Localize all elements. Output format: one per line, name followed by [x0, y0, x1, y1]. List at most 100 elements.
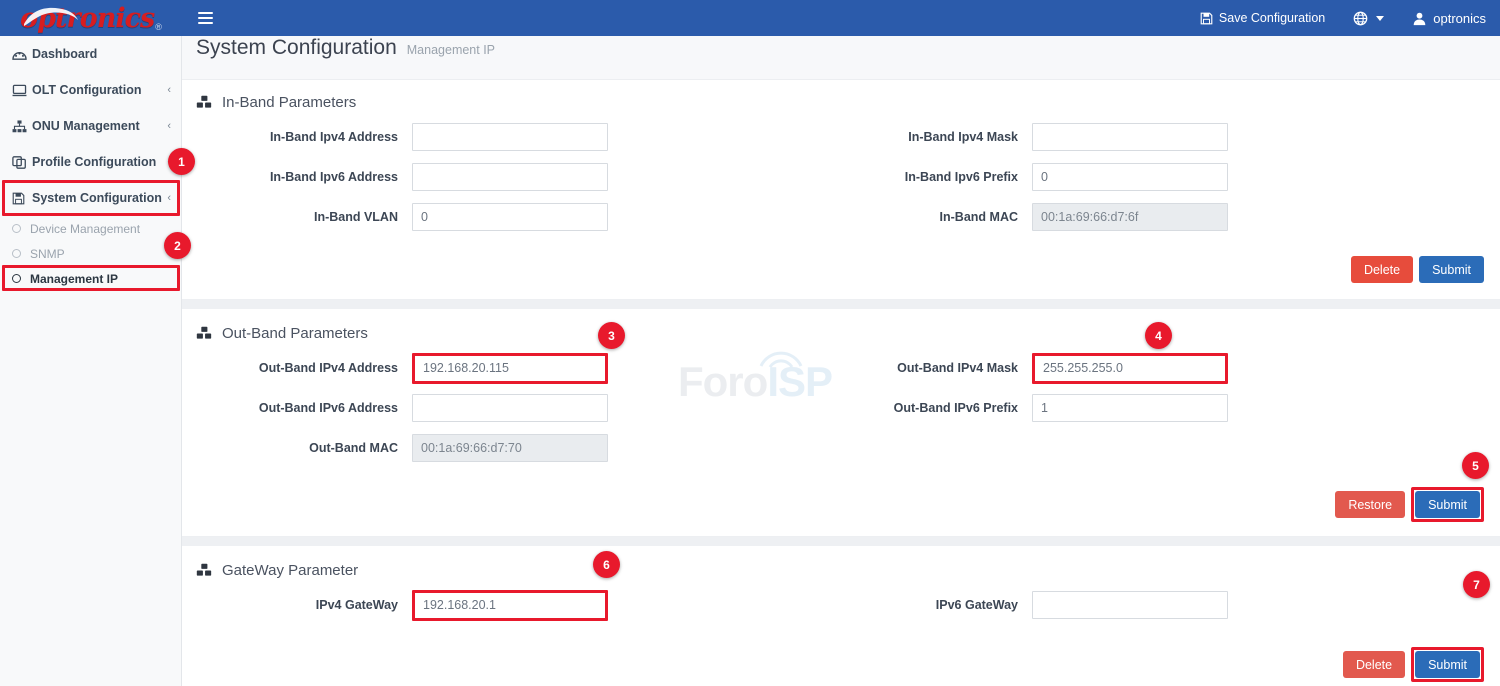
save-icon — [12, 192, 32, 205]
top-navbar: optronics ® Save Configuration — [0, 0, 1500, 36]
sidebar-navigation: Dashboard OLT Configuration ‹ — [0, 36, 182, 686]
username-label: optronics — [1433, 11, 1486, 26]
circle-bullet-icon — [12, 274, 21, 283]
out-band-mac-label: Out-Band MAC — [182, 441, 412, 455]
chevron-left-icon: ‹ — [167, 120, 171, 132]
form-group: Out-Band IPv4 Mask — [802, 353, 1422, 384]
form-group: In-Band Ipv4 Mask — [802, 123, 1422, 151]
form-row: Out-Band MAC — [182, 428, 1500, 468]
out-band-ipv6-address-input[interactable] — [412, 394, 608, 422]
form-group: Out-Band IPv6 Address — [182, 394, 802, 422]
form-group: In-Band Ipv4 Address — [182, 123, 802, 151]
cubes-icon — [196, 563, 213, 578]
gateway-delete-button[interactable]: Delete — [1343, 651, 1405, 678]
navbar-right-group: Save Configuration optronics — [1186, 0, 1500, 36]
ipv4-gateway-label: IPv4 GateWay — [182, 598, 412, 612]
user-menu[interactable]: optronics — [1398, 0, 1500, 36]
sidebar-subitem-device-management[interactable]: Device Management — [0, 216, 181, 241]
in-band-ipv4-address-input[interactable] — [412, 123, 608, 151]
in-band-mac-input — [1032, 203, 1228, 231]
application-window: optronics ® Save Configuration — [0, 0, 1500, 686]
brand-registered-mark: ® — [155, 22, 162, 32]
annotation-badge-6: 6 — [593, 551, 620, 578]
globe-icon — [1353, 11, 1368, 26]
out-band-ipv4-mask-input[interactable] — [1032, 353, 1228, 384]
sidebar-subitem-label: Device Management — [30, 222, 140, 236]
sidebar-item-onu-management[interactable]: ONU Management ‹ — [0, 108, 181, 144]
in-band-ipv4-address-label: In-Band Ipv4 Address — [182, 130, 412, 144]
gateway-button-bar: Delete Submit — [182, 625, 1500, 686]
sitemap-icon — [12, 120, 32, 133]
save-icon — [1200, 12, 1213, 25]
breadcrumb: Management IP — [407, 43, 495, 57]
save-configuration-label: Save Configuration — [1219, 11, 1325, 25]
sidebar-item-system-configuration[interactable]: System Configuration ‹ — [0, 180, 181, 216]
annotation-badge-3: 3 — [598, 322, 625, 349]
save-configuration-button[interactable]: Save Configuration — [1186, 0, 1339, 36]
gateway-parameter-card: GateWay Parameter IPv4 GateWay IPv6 Gate… — [182, 546, 1500, 686]
ipv4-gateway-input[interactable] — [412, 590, 608, 621]
in-band-parameters-card: In-Band Parameters In-Band Ipv4 Address … — [182, 80, 1500, 300]
form-group: Out-Band MAC — [182, 434, 802, 462]
in-band-ipv6-prefix-label: In-Band Ipv6 Prefix — [802, 170, 1032, 184]
in-band-mac-label: In-Band MAC — [802, 210, 1032, 224]
circle-bullet-icon — [12, 224, 21, 233]
dashboard-icon — [12, 48, 32, 61]
in-band-vlan-input[interactable] — [412, 203, 608, 231]
form-group: In-Band Ipv6 Prefix — [802, 163, 1422, 191]
in-band-delete-button[interactable]: Delete — [1351, 256, 1413, 283]
out-band-submit-button[interactable]: Submit — [1415, 491, 1480, 518]
main-content: System Configuration Management IP ForoI… — [182, 36, 1500, 686]
cubes-icon — [196, 326, 213, 341]
page-header: System Configuration Management IP — [182, 36, 1500, 80]
copy-icon — [12, 156, 32, 169]
in-band-ipv4-mask-input[interactable] — [1032, 123, 1228, 151]
in-band-ipv6-address-input[interactable] — [412, 163, 608, 191]
brand-logo[interactable]: optronics ® — [0, 0, 182, 36]
form-group: In-Band VLAN — [182, 203, 802, 231]
sidebar-item-label: Dashboard — [32, 47, 171, 61]
gateway-submit-button[interactable]: Submit — [1415, 651, 1480, 678]
ipv6-gateway-label: IPv6 GateWay — [802, 598, 1032, 612]
sidebar-subitem-snmp[interactable]: SNMP — [0, 241, 181, 266]
form-group: IPv4 GateWay — [182, 590, 802, 621]
ipv6-gateway-input[interactable] — [1032, 591, 1228, 619]
cubes-icon — [196, 95, 213, 110]
chevron-down-icon — [1376, 16, 1384, 21]
hamburger-bar — [198, 12, 213, 14]
hamburger-bar — [198, 17, 213, 19]
sidebar-item-label: System Configuration — [32, 191, 167, 205]
form-group: Out-Band IPv4 Address — [182, 353, 802, 384]
menu-toggle-button[interactable] — [190, 3, 220, 33]
chevron-left-icon: ‹ — [167, 84, 171, 96]
gateway-submit-highlight: Submit — [1411, 647, 1484, 682]
form-row: In-Band Ipv6 Address In-Band Ipv6 Prefix — [182, 157, 1500, 197]
out-band-ipv6-address-label: Out-Band IPv6 Address — [182, 401, 412, 415]
sidebar-item-olt-configuration[interactable]: OLT Configuration ‹ — [0, 72, 181, 108]
form-row: In-Band Ipv4 Address In-Band Ipv4 Mask — [182, 117, 1500, 157]
sidebar-subitem-label: SNMP — [30, 247, 65, 261]
sidebar-item-profile-configuration[interactable]: Profile Configuration ‹ — [0, 144, 181, 180]
in-band-submit-button[interactable]: Submit — [1419, 256, 1484, 283]
monitor-icon — [12, 84, 32, 97]
out-band-section-label: Out-Band Parameters — [222, 325, 368, 342]
form-group: IPv6 GateWay — [802, 591, 1422, 619]
language-selector[interactable] — [1339, 0, 1398, 36]
user-icon — [1412, 11, 1427, 26]
sidebar-subitem-management-ip[interactable]: Management IP — [0, 266, 181, 291]
out-band-submit-highlight: Submit — [1411, 487, 1484, 522]
annotation-badge-1: 1 — [168, 148, 195, 175]
out-band-mac-input — [412, 434, 608, 462]
page-title: System Configuration — [196, 36, 397, 60]
form-group: Out-Band IPv6 Prefix — [802, 394, 1422, 422]
sidebar-subitem-label: Management IP — [30, 272, 118, 286]
in-band-ipv6-prefix-input[interactable] — [1032, 163, 1228, 191]
sidebar-item-dashboard[interactable]: Dashboard — [0, 36, 181, 72]
form-row: Out-Band IPv4 Address Out-Band IPv4 Mask — [182, 348, 1500, 388]
out-band-ipv6-prefix-input[interactable] — [1032, 394, 1228, 422]
form-row: Out-Band IPv6 Address Out-Band IPv6 Pref… — [182, 388, 1500, 428]
out-band-ipv4-address-input[interactable] — [412, 353, 608, 384]
form-row: In-Band VLAN In-Band MAC — [182, 197, 1500, 237]
chevron-left-icon: ‹ — [167, 192, 171, 204]
out-band-restore-button[interactable]: Restore — [1335, 491, 1405, 518]
